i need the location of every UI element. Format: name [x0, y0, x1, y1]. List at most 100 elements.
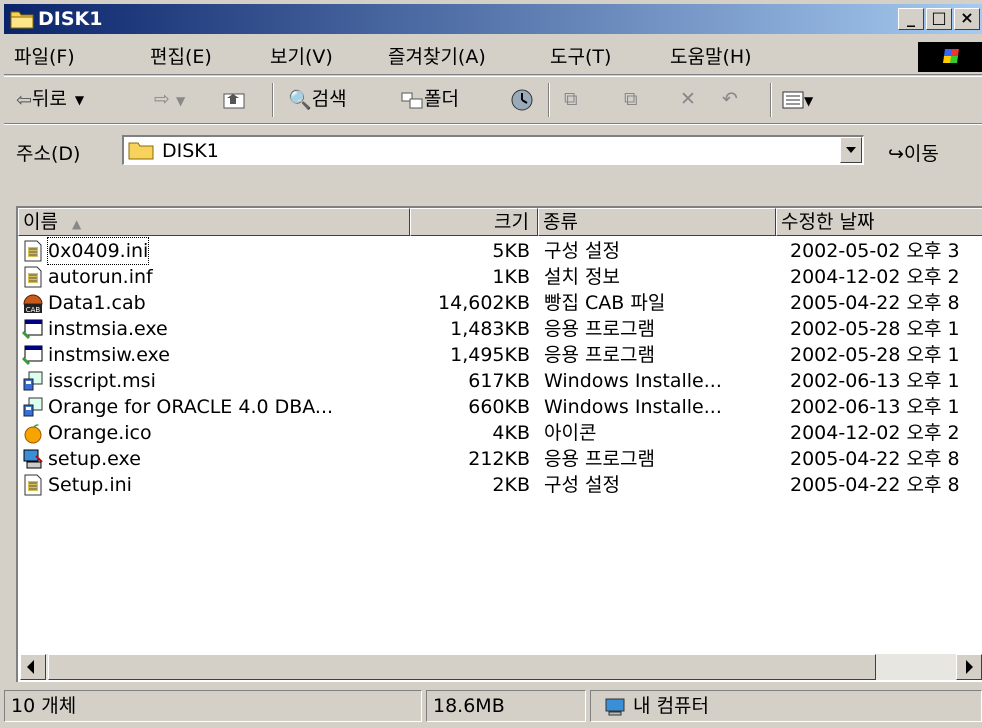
move-to-button[interactable]: ⧉ [564, 87, 578, 111]
my-computer-icon [605, 698, 625, 715]
file-type: 응용 프로그램 [544, 318, 655, 340]
file-type: Windows Installe... [544, 370, 722, 392]
folder-icon [10, 11, 34, 29]
file-list[interactable]: 이름 ▲ 크기 종류 수정한 날짜 0x0409.ini 5KB 구성 설정 2002… [16, 206, 982, 682]
file-row[interactable]: CAB Data1.cab 14,602KB 빵집 CAB 파일 2005-04-22 … [18, 290, 982, 316]
file-type: 응용 프로그램 [544, 344, 655, 366]
file-row[interactable]: autorun.inf 1KB 설치 정보 2004-12-02 오후 2 [18, 264, 982, 290]
file-modified: 2004-12-02 오후 2 [790, 266, 960, 288]
forward-button[interactable]: ⇨ ▼ [154, 87, 185, 113]
scroll-right-button[interactable] [956, 654, 982, 680]
menu-view[interactable]: 보기(V) [270, 46, 333, 68]
file-type: 구성 설정 [544, 240, 620, 262]
column-header-name[interactable]: 이름 ▲ [18, 208, 410, 236]
file-size: 2KB [492, 474, 530, 496]
minimize-button[interactable]: _ [898, 8, 924, 30]
close-button[interactable]: × [954, 8, 980, 30]
maximize-button[interactable]: □ [926, 8, 952, 30]
file-size: 1,483KB [450, 318, 530, 340]
dropdown-arrow-icon: ▼ [175, 94, 186, 108]
file-row[interactable]: isscript.msi 617KB Windows Installe... 2002… [18, 368, 982, 394]
msi-installer-icon [22, 396, 44, 418]
copy-to-button[interactable]: ⧉ [624, 87, 638, 111]
menu-bar: 파일(F) 편집(E) 보기(V) 즐겨찾기(A) 도구(T) 도움말(H) [4, 40, 982, 75]
scroll-thumb[interactable] [48, 654, 876, 680]
status-zone-label: 내 컴퓨터 [633, 695, 710, 717]
toolbar-separator [272, 83, 274, 117]
history-icon [511, 89, 533, 110]
folders-icon [401, 92, 423, 108]
file-name: setup.exe [48, 448, 141, 470]
file-size: 212KB [468, 448, 530, 470]
menu-edit[interactable]: 편집(E) [150, 46, 212, 68]
back-button[interactable]: ⇦뒤로 ▼ [16, 87, 84, 112]
file-row[interactable]: Orange.ico 4KB 아이콘 2004-12-02 오후 2 [18, 420, 982, 446]
file-type: 응용 프로그램 [544, 448, 655, 470]
dropdown-arrow-icon: ▼ [804, 94, 814, 108]
left-arrow-icon [27, 660, 34, 674]
status-zone: 내 컴퓨터 [590, 690, 982, 722]
horizontal-scrollbar[interactable] [20, 654, 982, 680]
status-bar: 10 개체 18.6MB 내 컴퓨터 [4, 686, 982, 724]
scroll-left-button[interactable] [20, 654, 46, 680]
toolbar-separator [770, 83, 772, 117]
file-modified: 2002-05-28 오후 1 [790, 318, 960, 340]
up-folder-button[interactable] [222, 87, 246, 111]
undo-button[interactable]: ↶ [722, 87, 738, 111]
file-name: Orange.ico [48, 422, 152, 444]
delete-button[interactable]: ✕ [680, 87, 696, 111]
svg-text:CAB: CAB [26, 306, 41, 314]
history-button[interactable] [510, 87, 534, 112]
file-row[interactable]: Orange for ORACLE 4.0 DBA... 660KB Windows… [18, 394, 982, 420]
go-label: 이동 [903, 143, 939, 165]
views-button[interactable]: ▼ [782, 87, 813, 113]
column-type-label: 종류 [543, 211, 578, 233]
setup-exe-icon [22, 448, 44, 470]
file-size: 1,495KB [450, 344, 530, 366]
search-label: 검색 [311, 88, 347, 110]
address-input[interactable]: DISK1 [122, 135, 864, 165]
menu-tools[interactable]: 도구(T) [550, 46, 611, 68]
search-button[interactable]: 🔍검색 [288, 87, 347, 112]
file-modified: 2002-06-13 오후 1 [790, 396, 960, 418]
search-icon: 🔍 [288, 88, 312, 111]
column-header-modified[interactable]: 수정한 날짜 [776, 208, 982, 236]
folder-icon [128, 142, 154, 160]
file-modified: 2005-04-22 오후 8 [790, 292, 960, 314]
up-folder-icon [223, 93, 245, 108]
ini-file-icon [22, 240, 44, 262]
column-header-size[interactable]: 크기 [410, 208, 538, 236]
menu-help[interactable]: 도움말(H) [670, 46, 752, 68]
file-row[interactable]: 0x0409.ini 5KB 구성 설정 2002-05-02 오후 3 [18, 237, 982, 265]
file-type: 구성 설정 [544, 474, 620, 496]
go-button[interactable]: ↪이동 [888, 139, 939, 166]
file-name: instmsiw.exe [48, 344, 170, 366]
file-row[interactable]: setup.exe 212KB 응용 프로그램 2005-04-22 오후 8 [18, 446, 982, 472]
file-row[interactable]: Setup.ini 2KB 구성 설정 2005-04-22 오후 8 [18, 472, 982, 498]
file-type: 아이콘 [544, 422, 597, 444]
copy-to-icon: ⧉ [624, 88, 638, 110]
folders-button[interactable]: 폴더 [400, 87, 459, 111]
file-modified: 2004-12-02 오후 2 [790, 422, 960, 444]
column-modified-label: 수정한 날짜 [781, 211, 875, 233]
file-row[interactable]: instmsia.exe 1,483KB 응용 프로그램 2002-05-28 오후 … [18, 316, 982, 342]
file-name: Setup.ini [48, 474, 132, 496]
address-label: 주소(D) [16, 143, 81, 165]
title-bar[interactable]: DISK1 _ □ × [4, 4, 982, 34]
address-dropdown-button[interactable] [840, 137, 862, 163]
address-value: DISK1 [162, 140, 219, 162]
file-type: Windows Installe... [544, 396, 722, 418]
undo-icon: ↶ [722, 88, 738, 110]
orange-icon [22, 422, 44, 444]
windows-logo-icon [918, 42, 982, 72]
file-row[interactable]: instmsiw.exe 1,495KB 응용 프로그램 2002-05-28 오후 … [18, 342, 982, 368]
file-size: 4KB [492, 422, 530, 444]
folders-label: 폴더 [424, 88, 459, 110]
file-type: 설치 정보 [544, 266, 620, 288]
menu-file[interactable]: 파일(F) [14, 46, 75, 68]
column-header-type[interactable]: 종류 [538, 208, 776, 236]
menu-favorites[interactable]: 즐겨찾기(A) [388, 46, 486, 68]
file-modified: 2002-05-02 오후 3 [790, 240, 960, 262]
msi-installer-icon [22, 370, 44, 392]
file-size: 1KB [492, 266, 530, 288]
